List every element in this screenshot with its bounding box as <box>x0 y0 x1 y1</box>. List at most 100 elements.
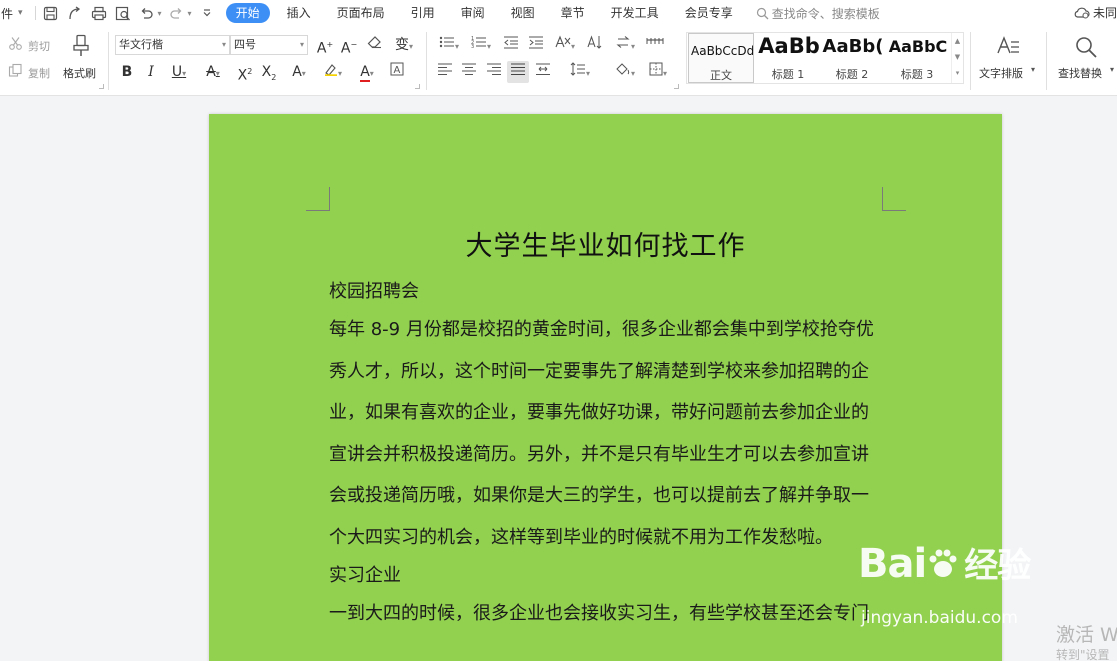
show-hide-marks-icon[interactable]: ▾ <box>610 34 640 56</box>
highlight-icon[interactable]: ▾ <box>318 61 348 83</box>
text-line[interactable]: 业，如果有喜欢的企业，要事先做好功课，带好问题前去参加企业的 <box>329 392 889 434</box>
print-preview-icon[interactable] <box>114 4 132 22</box>
align-left-icon[interactable] <box>434 61 456 83</box>
crop-mark <box>306 187 330 211</box>
tab-view[interactable]: 视图 <box>498 3 548 23</box>
strikethrough-icon[interactable]: A▾ <box>198 61 228 83</box>
document-canvas[interactable]: 大学生毕业如何找工作 校园招聘会 每年 8-9 月份都是校招的黄金时间，很多企业… <box>0 97 1117 661</box>
undo-icon[interactable] <box>138 4 156 22</box>
print-icon[interactable] <box>90 4 108 22</box>
font-color-icon[interactable]: A▾ <box>352 61 382 83</box>
copy-button[interactable]: 复制 <box>28 65 50 81</box>
customize-toolbar-icon[interactable] <box>198 4 216 22</box>
chevron-down-icon[interactable]: ▾ <box>1031 65 1035 74</box>
style-normal[interactable]: AaBbCcDd 正文 <box>688 33 754 83</box>
shading-icon[interactable]: ▾ <box>610 61 640 83</box>
chevron-down-icon: ▾ <box>221 40 226 49</box>
export-pdf-icon[interactable] <box>66 4 84 22</box>
sort-icon[interactable] <box>584 34 606 56</box>
style-sample: AaBb <box>758 34 820 58</box>
chevron-down-icon[interactable]: ▾ <box>1110 65 1114 74</box>
text-layout-button[interactable]: 文字排版 <box>979 65 1023 81</box>
bold-icon[interactable]: B <box>116 61 138 83</box>
command-search[interactable]: 查找命令、搜索模板 <box>756 5 880 22</box>
cut-icon[interactable] <box>8 36 23 51</box>
style-label: 标题 2 <box>835 68 869 81</box>
dialog-launcher-icon[interactable] <box>674 84 679 89</box>
text-layout-icon[interactable] <box>995 34 1021 58</box>
document-title[interactable]: 大学生毕业如何找工作 <box>329 224 882 263</box>
style-heading-1[interactable]: AaBb 标题 1 <box>755 33 821 83</box>
cut-button[interactable]: 剪切 <box>28 38 50 54</box>
distributed-align-icon[interactable] <box>532 61 554 83</box>
tab-references[interactable]: 引用 <box>398 3 448 23</box>
divider <box>426 32 427 90</box>
section-heading[interactable]: 实习企业 <box>329 558 889 593</box>
numbered-list-icon[interactable]: 1 2 3 ▾ <box>466 34 496 56</box>
dialog-launcher-icon[interactable] <box>415 84 420 89</box>
chevron-down-icon[interactable]: ▾ <box>188 9 192 18</box>
increase-indent-icon[interactable] <box>525 34 547 56</box>
chevron-down-icon: ▾ <box>299 40 304 49</box>
tab-insert[interactable]: 插入 <box>274 3 324 23</box>
file-menu[interactable]: 件 <box>0 5 14 22</box>
more-styles-icon[interactable]: ▾ <box>952 65 963 81</box>
cloud-status-label: 未同 <box>1092 6 1117 20</box>
cloud-sync-status[interactable]: 未同 <box>1073 4 1117 21</box>
styles-scroll[interactable]: ▲ ▼ ▾ <box>951 33 963 83</box>
ribbon-home: 剪切 复制 格式刷 华文行楷 ▾ 四号 ▾ A+ A− 变▾ B I U▾ A▾… <box>0 26 1117 96</box>
grow-font-icon[interactable]: A+ <box>314 34 336 57</box>
clear-format-icon[interactable] <box>364 34 386 56</box>
format-painter-button[interactable]: 格式刷 <box>63 65 96 81</box>
format-painter-icon[interactable] <box>70 34 92 58</box>
character-spacing-icon[interactable] <box>643 34 667 56</box>
font-size-select[interactable]: 四号 ▾ <box>230 35 308 55</box>
superscript-icon[interactable]: X2 <box>234 61 256 84</box>
text-line[interactable]: 个大四实习的机会，这样等到毕业的时候就不用为工作发愁啦。 <box>329 517 889 559</box>
tab-developer[interactable]: 开发工具 <box>598 3 672 23</box>
decrease-indent-icon[interactable] <box>500 34 522 56</box>
shrink-font-icon[interactable]: A− <box>338 34 360 57</box>
copy-icon[interactable] <box>8 63 23 78</box>
tab-home[interactable]: 开始 <box>225 3 270 23</box>
bullet-list-icon[interactable]: ▾ <box>434 34 464 56</box>
justify-icon[interactable] <box>507 61 529 83</box>
chevron-up-icon[interactable]: ▲ <box>952 33 963 49</box>
tab-chapter[interactable]: 章节 <box>548 3 598 23</box>
find-replace-button[interactable]: 查找替换 <box>1058 65 1102 81</box>
text-line[interactable]: 宣讲会并积极投递简历。另外，并不是只有毕业生才可以去参加宣讲 <box>329 434 889 476</box>
borders-icon[interactable]: ▾ <box>643 61 673 83</box>
text-effect-icon[interactable]: A▾ <box>284 61 314 83</box>
section-heading[interactable]: 校园招聘会 <box>329 274 889 309</box>
redo-icon[interactable] <box>168 4 186 22</box>
save-icon[interactable] <box>42 4 60 22</box>
search-icon[interactable] <box>1073 34 1099 60</box>
text-line[interactable]: 一到大四的时候，很多企业也会接收实习生，有些学校甚至还会专门 <box>329 593 889 635</box>
tab-member[interactable]: 会员专享 <box>672 3 746 23</box>
character-border-icon[interactable]: A <box>386 61 408 83</box>
text-line[interactable]: 秀人才，所以，这个时间一定要事先了解清楚到学校来参加招聘的企 <box>329 351 889 393</box>
chevron-down-icon[interactable]: ▼ <box>952 49 963 65</box>
align-right-icon[interactable] <box>483 61 505 83</box>
style-heading-2[interactable]: AaBb( 标题 2 <box>819 33 885 83</box>
phonetic-guide-icon[interactable]: 变▾ <box>390 34 418 56</box>
tab-review[interactable]: 审阅 <box>448 3 498 23</box>
align-center-icon[interactable] <box>458 61 480 83</box>
tab-page-layout[interactable]: 页面布局 <box>324 3 398 23</box>
style-heading-3[interactable]: AaBbC 标题 3 <box>884 33 950 83</box>
document-body[interactable]: 校园招聘会 每年 8-9 月份都是校招的黄金时间，很多企业都会集中到学校抢夺优 … <box>329 274 889 635</box>
dialog-launcher-icon[interactable] <box>99 84 104 89</box>
text-line[interactable]: 每年 8-9 月份都是校招的黄金时间，很多企业都会集中到学校抢夺优 <box>329 309 889 351</box>
line-spacing-icon[interactable]: ▾ <box>565 61 595 83</box>
subscript-icon[interactable]: X2 <box>258 61 280 83</box>
underline-icon[interactable]: U▾ <box>164 61 194 83</box>
text-line[interactable]: 会或投递简历哦，如果你是大三的学生，也可以提前去了解并争取一 <box>329 475 889 517</box>
paragraph[interactable]: 每年 8-9 月份都是校招的黄金时间，很多企业都会集中到学校抢夺优 秀人才，所以… <box>329 309 889 558</box>
chevron-down-icon[interactable]: ▾ <box>158 9 162 18</box>
paragraph[interactable]: 一到大四的时候，很多企业也会接收实习生，有些学校甚至还会专门 <box>329 593 889 635</box>
chevron-down-icon[interactable]: ▾ <box>18 8 23 18</box>
italic-icon[interactable]: I <box>140 61 162 83</box>
chinese-layout-icon[interactable]: ▾ <box>550 34 580 56</box>
document-page[interactable]: 大学生毕业如何找工作 校园招聘会 每年 8-9 月份都是校招的黄金时间，很多企业… <box>209 114 1002 661</box>
font-name-select[interactable]: 华文行楷 ▾ <box>115 35 230 55</box>
